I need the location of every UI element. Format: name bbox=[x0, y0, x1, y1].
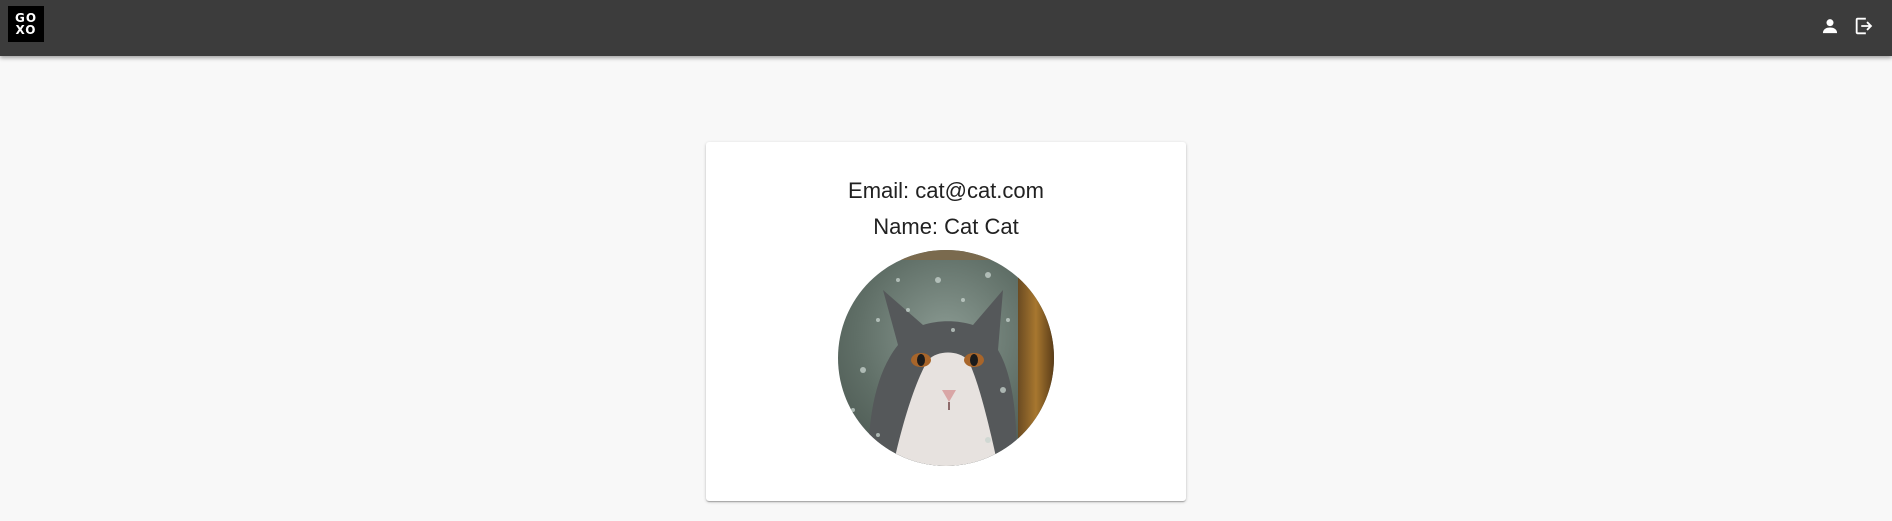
logout-button[interactable] bbox=[1852, 14, 1876, 38]
goxo-logo[interactable]: GO XO bbox=[8, 6, 44, 42]
logout-icon bbox=[1855, 17, 1873, 35]
name-text: Name: Cat Cat bbox=[873, 214, 1019, 239]
avatar bbox=[838, 250, 1054, 466]
cat-avatar-image bbox=[838, 250, 1054, 466]
profile-button[interactable] bbox=[1818, 14, 1842, 38]
profile-card: Email: cat@cat.com Name: Cat Cat bbox=[706, 142, 1186, 501]
top-app-bar: GO XO bbox=[0, 0, 1892, 56]
email-text: Email: cat@cat.com bbox=[848, 178, 1044, 203]
logo-text-bottom: XO bbox=[15, 23, 37, 37]
person-icon bbox=[1822, 19, 1838, 34]
